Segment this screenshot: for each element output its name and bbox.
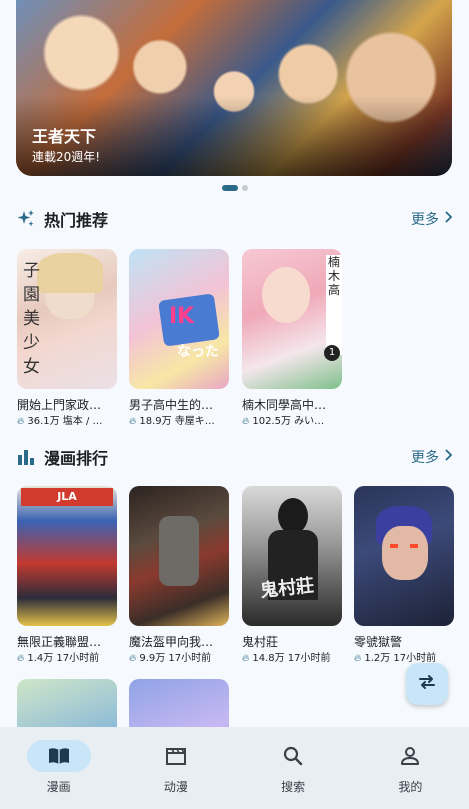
- nav-item-search[interactable]: 搜索: [235, 727, 352, 809]
- comic-meta-text: 18.9万 寺屋キ…: [139, 416, 215, 427]
- rank-section-header: 漫画排行 更多: [16, 445, 453, 469]
- hot-card[interactable]: IK なった 男子高中生的… 🔥︎ 18.9万 寺屋キ…: [129, 249, 229, 429]
- fire-icon: 🔥︎: [129, 416, 137, 427]
- rank-more-label: 更多: [411, 450, 439, 466]
- nav-label: 漫画: [46, 780, 71, 794]
- comic-title: 楠木同學高中…: [242, 398, 327, 412]
- nav-item-comics[interactable]: 漫画: [0, 727, 117, 809]
- hot-more-label: 更多: [411, 212, 439, 228]
- bottom-navigation: 漫画 动漫 搜索 我的: [0, 727, 469, 809]
- comic-meta: 🔥︎ 9.9万 17小时前: [129, 652, 229, 666]
- comic-meta: 🔥︎ 1.4万 17小时前: [17, 652, 117, 666]
- rank-card[interactable]: 零號獄警 🔥︎ 1.2万 17小时前: [354, 486, 454, 666]
- banner-title: 王者天下: [32, 127, 97, 146]
- clapperboard-icon: [144, 740, 208, 772]
- comic-cover: 楠木高 1: [242, 249, 342, 389]
- sparkle-icon: [16, 209, 36, 229]
- fire-icon: 🔥︎: [129, 653, 137, 664]
- comic-cover: 鬼村莊: [242, 486, 342, 626]
- rank-card[interactable]: 鬼村莊 鬼村莊 🔥︎ 14.8万 17小时前: [242, 486, 342, 666]
- comic-meta-text: 14.8万 17小时前: [252, 653, 331, 664]
- comic-title: 男子高中生的…: [129, 398, 214, 412]
- comic-meta: 🔥︎ 36.1万 塩本 / …: [17, 415, 117, 429]
- comic-meta: 🔥︎ 18.9万 寺屋キ…: [129, 415, 229, 429]
- chevron-right-icon: [443, 449, 453, 465]
- swap-arrows-icon: [416, 671, 438, 697]
- comic-cover: JLA: [17, 486, 117, 626]
- comic-meta: 🔥︎ 102.5万 みい…: [242, 415, 342, 429]
- comic-title: 零號獄警: [354, 635, 403, 649]
- carousel-dot[interactable]: [241, 185, 248, 191]
- comic-title: 開始上門家政…: [17, 398, 102, 412]
- rank-card[interactable]: 魔法盔甲向我… 🔥︎ 9.9万 17小时前: [129, 486, 229, 666]
- banner-subtitle: 連載20週年!: [32, 150, 101, 164]
- featured-banner[interactable]: 王者天下 連載20週年!: [16, 0, 452, 176]
- hot-section-header: 热门推荐 更多: [16, 207, 453, 231]
- bar-chart-icon: [16, 447, 36, 467]
- hot-card[interactable]: 子園美少女 開始上門家政… 🔥︎ 36.1万 塩本 / …: [17, 249, 117, 429]
- nav-label: 我的: [398, 780, 423, 794]
- fire-icon: 🔥︎: [17, 653, 25, 664]
- comic-title: 鬼村莊: [242, 635, 279, 649]
- comic-meta: 🔥︎ 14.8万 17小时前: [242, 652, 342, 666]
- carousel-dot-active[interactable]: [221, 185, 238, 191]
- comic-cover: 子園美少女: [17, 249, 117, 389]
- comic-cover: [129, 486, 229, 626]
- hot-section-title: 热门推荐: [44, 211, 109, 230]
- comic-title: 魔法盔甲向我…: [129, 635, 214, 649]
- comic-title: 無限正義聯盟…: [17, 635, 102, 649]
- fire-icon: 🔥︎: [17, 416, 25, 427]
- switch-source-button[interactable]: [406, 663, 448, 705]
- hot-card[interactable]: 楠木高 1 楠木同學高中… 🔥︎ 102.5万 みい…: [242, 249, 342, 429]
- search-icon: [261, 740, 325, 772]
- fire-icon: 🔥︎: [242, 416, 250, 427]
- comic-cover: [354, 486, 454, 626]
- nav-label: 搜索: [281, 780, 306, 794]
- hot-more-link[interactable]: 更多: [411, 209, 453, 229]
- nav-item-anime[interactable]: 动漫: [117, 727, 234, 809]
- carousel-indicator: [0, 185, 469, 191]
- comic-meta-text: 102.5万 みい…: [252, 416, 325, 427]
- nav-item-profile[interactable]: 我的: [352, 727, 469, 809]
- comic-meta-text: 1.4万 17小时前: [27, 653, 100, 664]
- comic-meta-text: 9.9万 17小时前: [139, 653, 212, 664]
- fire-icon: 🔥︎: [354, 653, 362, 664]
- person-icon: [378, 740, 442, 772]
- rank-card[interactable]: JLA 無限正義聯盟… 🔥︎ 1.4万 17小时前: [17, 486, 117, 666]
- book-icon: [26, 740, 91, 772]
- chevron-right-icon: [443, 211, 453, 227]
- comic-cover: IK なった: [129, 249, 229, 389]
- fire-icon: 🔥︎: [242, 653, 250, 664]
- rank-more-link[interactable]: 更多: [411, 447, 453, 467]
- rank-section-title: 漫画排行: [44, 449, 109, 468]
- nav-label: 动漫: [163, 780, 188, 794]
- comic-meta-text: 36.1万 塩本 / …: [27, 416, 103, 427]
